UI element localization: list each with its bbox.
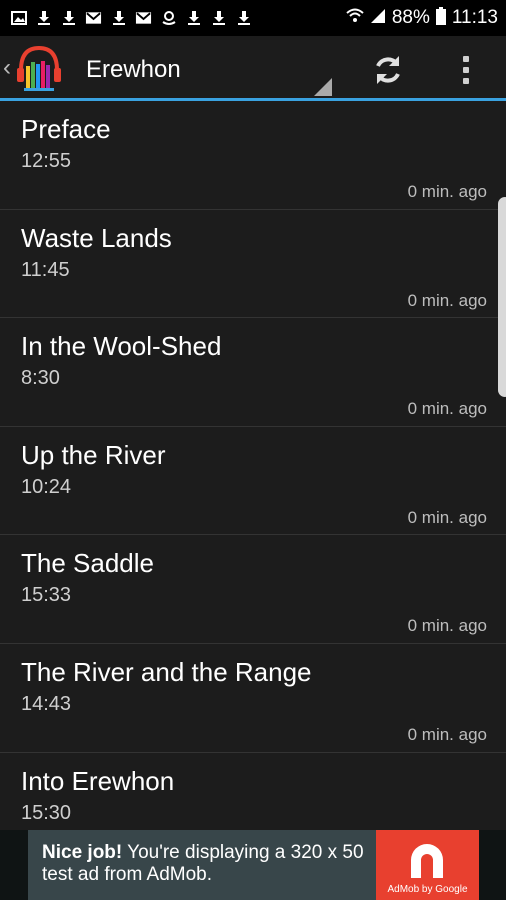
admob-logo[interactable]: AdMob by Google (376, 830, 479, 900)
action-bar: ‹ Erewhon (0, 36, 506, 100)
list-item[interactable]: In the Wool-Shed 8:30 0 min. ago (0, 318, 506, 427)
dot-icon (463, 67, 469, 73)
refresh-icon (376, 56, 400, 84)
chapter-title: Up the River (21, 439, 166, 470)
gmail-icon (85, 10, 102, 27)
admob-brand-label: AdMob by Google (387, 884, 468, 895)
chapter-duration: 12:55 (21, 150, 72, 172)
chapter-last-played: 0 min. ago (407, 507, 487, 527)
signal-icon (370, 8, 386, 29)
download-icon (60, 10, 77, 27)
battery-icon (435, 6, 446, 30)
ad-content[interactable]: Nice job! You're displaying a 320 x 50 t… (28, 830, 479, 900)
chapter-duration: 15:33 (21, 584, 72, 607)
dropdown-indicator-icon[interactable] (314, 78, 332, 96)
ad-banner[interactable]: Nice job! You're displaying a 320 x 50 t… (0, 830, 506, 900)
list-item[interactable]: Waste Lands 11:45 0 min. ago (0, 210, 506, 319)
chapter-last-played: 0 min. ago (407, 290, 487, 310)
notification-icons (0, 10, 252, 27)
page-title[interactable]: Erewhon (86, 56, 181, 84)
download-icon (110, 10, 127, 27)
dot-icon (463, 56, 469, 62)
clock: 11:13 (451, 7, 498, 28)
dot-icon (463, 78, 469, 84)
fast-scroll-handle[interactable] (498, 197, 506, 397)
download-icon (185, 10, 202, 27)
chapter-list[interactable]: Preface 12:55 0 min. ago Waste Lands 11:… (0, 101, 506, 831)
overflow-menu-button[interactable] (450, 48, 482, 92)
list-item[interactable]: Into Erewhon 15:30 (0, 753, 506, 831)
chapter-last-played: 0 min. ago (407, 616, 487, 636)
image-icon (10, 10, 27, 27)
list-item[interactable]: The River and the Range 14:43 0 min. ago (0, 644, 506, 753)
chapter-duration: 8:30 (21, 367, 60, 390)
download-icon (35, 10, 52, 27)
ad-text: Nice job! You're displaying a 320 x 50 t… (42, 842, 372, 886)
chapter-title: Into Erewhon (21, 765, 175, 796)
system-indicators: 88% 11:13 (346, 0, 498, 36)
status-bar: 88% 11:13 (0, 0, 506, 36)
chapter-title: The Saddle (21, 548, 154, 579)
list-item[interactable]: Preface 12:55 0 min. ago (0, 101, 506, 210)
battery-percent: 88% (391, 7, 430, 28)
chapter-title: Waste Lands (21, 222, 172, 253)
refresh-button[interactable] (366, 48, 410, 92)
chapter-last-played: 0 min. ago (407, 182, 487, 201)
list-item[interactable]: The Saddle 15:33 0 min. ago (0, 535, 506, 644)
chapter-duration: 11:45 (21, 258, 70, 281)
back-chevron-icon[interactable]: ‹ (3, 56, 11, 80)
chapter-title: The River and the Range (21, 656, 312, 687)
wifi-icon (346, 8, 364, 29)
admob-logo-icon (411, 844, 443, 878)
chapter-duration: 10:24 (21, 475, 72, 498)
gmail-icon (135, 10, 152, 27)
chapter-last-played: 0 min. ago (407, 399, 487, 419)
download-icon (235, 10, 252, 27)
chapter-duration: 15:30 (21, 801, 72, 824)
chapter-duration: 14:43 (21, 692, 72, 715)
list-item[interactable]: Up the River 10:24 0 min. ago (0, 427, 506, 536)
chapter-title: In the Wool-Shed (21, 331, 222, 362)
ad-headline: Nice job! (42, 842, 123, 863)
chapter-last-played: 0 min. ago (407, 724, 487, 744)
chapter-title: Preface (21, 114, 111, 144)
app-logo-icon[interactable] (14, 44, 64, 94)
amazon-icon (160, 10, 177, 27)
download-icon (210, 10, 227, 27)
